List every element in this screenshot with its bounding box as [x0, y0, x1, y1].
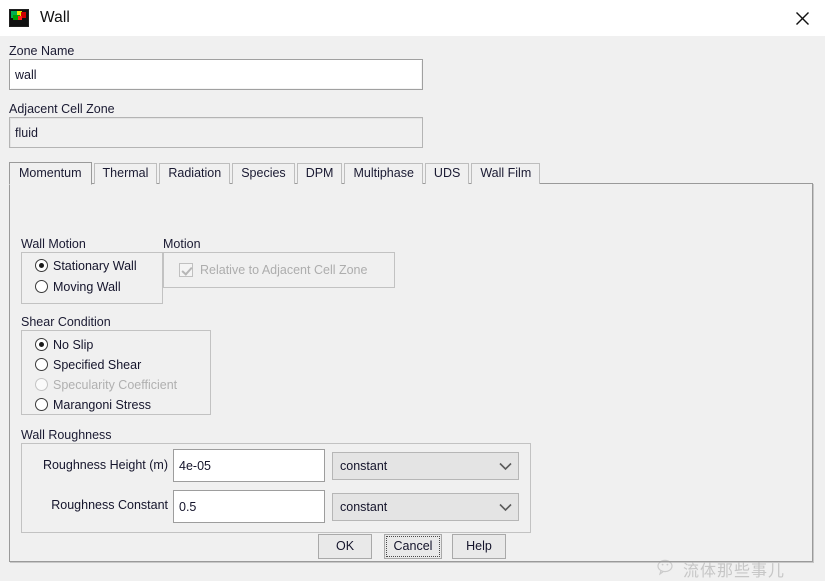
- radio-marangoni-stress[interactable]: Marangoni Stress: [35, 396, 151, 413]
- tab-radiation[interactable]: Radiation: [159, 163, 231, 184]
- roughness-height-input[interactable]: [173, 449, 325, 482]
- cancel-button-label: Cancel: [386, 536, 440, 557]
- radio-moving-wall[interactable]: Moving Wall: [35, 278, 121, 295]
- dialog-body: Zone Name Adjacent Cell Zone Momentum Th…: [0, 36, 825, 580]
- radio-dot-icon: [35, 259, 48, 272]
- window-title: Wall: [40, 9, 70, 26]
- window-titlebar: Wall: [0, 0, 825, 37]
- checkbox-relative-to-adjacent-cell-zone: Relative to Adjacent Cell Zone: [179, 261, 367, 279]
- momentum-tab-panel: Wall Motion Stationary Wall Moving Wall …: [9, 183, 813, 562]
- radio-dot-icon: [35, 398, 48, 411]
- radio-specularity-coefficient: Specularity Coefficient: [35, 376, 177, 393]
- chevron-down-icon: [492, 462, 518, 471]
- radio-dot-icon: [35, 338, 48, 351]
- tab-momentum[interactable]: Momentum: [9, 162, 92, 185]
- fluent-app-icon: [9, 9, 29, 27]
- radio-no-slip[interactable]: No Slip: [35, 336, 93, 353]
- radio-dot-icon: [35, 280, 48, 293]
- roughness-height-method-dropdown[interactable]: constant: [332, 452, 519, 480]
- radio-dot-icon: [35, 378, 48, 391]
- zone-name-label: Zone Name: [9, 44, 75, 58]
- tab-species[interactable]: Species: [232, 163, 295, 184]
- tab-multiphase[interactable]: Multiphase: [344, 163, 423, 184]
- wall-motion-group-label: Wall Motion: [21, 237, 86, 251]
- radio-dot-icon: [35, 358, 48, 371]
- radio-stationary-wall[interactable]: Stationary Wall: [35, 257, 137, 274]
- tab-wall-film[interactable]: Wall Film: [471, 163, 541, 184]
- tab-thermal[interactable]: Thermal: [93, 163, 158, 184]
- motion-group-label: Motion: [163, 237, 201, 251]
- checkmark-icon: [179, 263, 193, 277]
- roughness-constant-method-dropdown[interactable]: constant: [332, 493, 519, 521]
- adjacent-cell-zone-label: Adjacent Cell Zone: [9, 102, 115, 116]
- tab-uds[interactable]: UDS: [424, 163, 470, 184]
- roughness-constant-label: Roughness Constant: [51, 498, 168, 512]
- roughness-height-label: Roughness Height (m): [42, 458, 168, 472]
- adjacent-cell-zone-input: [9, 117, 423, 148]
- tabstrip: Momentum Thermal Radiation Species DPM M…: [9, 162, 542, 185]
- tab-dpm[interactable]: DPM: [296, 163, 343, 184]
- wall-roughness-group-label: Wall Roughness: [21, 428, 112, 442]
- radio-specified-shear[interactable]: Specified Shear: [35, 356, 141, 373]
- chevron-down-icon: [492, 503, 518, 512]
- zone-name-input[interactable]: [9, 59, 423, 90]
- close-icon[interactable]: [779, 0, 825, 36]
- ok-button[interactable]: OK: [318, 534, 372, 559]
- roughness-constant-input[interactable]: [173, 490, 325, 523]
- shear-condition-group-label: Shear Condition: [21, 315, 111, 329]
- cancel-button[interactable]: Cancel: [384, 534, 442, 559]
- help-button[interactable]: Help: [452, 534, 506, 559]
- dialog-footer: OK Cancel Help: [0, 534, 825, 567]
